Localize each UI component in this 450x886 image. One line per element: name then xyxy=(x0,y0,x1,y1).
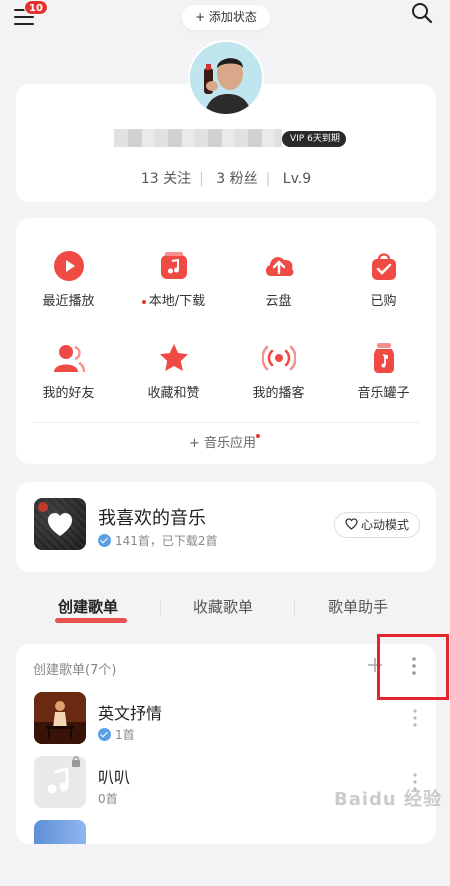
user-level[interactable]: Lv.9 xyxy=(283,171,311,187)
cloud-upload-icon xyxy=(265,257,293,276)
liked-music-cover xyxy=(34,498,86,550)
top-bar: 10 + 添加状态 xyxy=(0,0,450,36)
heart-outline-icon xyxy=(345,518,358,530)
shopping-bag-icon xyxy=(371,253,396,280)
tab-collected-playlists[interactable]: 收藏歌单 xyxy=(193,596,253,617)
shortcut-label: 收藏和赞 xyxy=(147,386,200,401)
tab-created-playlists[interactable]: 创建歌单 xyxy=(58,596,118,617)
playlist-name: 英文抒情 xyxy=(98,704,163,723)
search-icon[interactable] xyxy=(410,1,434,25)
verified-icon xyxy=(98,728,111,741)
followers-count[interactable]: 3 粉丝 xyxy=(216,171,257,187)
shortcut-local-download[interactable]: 本地/下载 xyxy=(121,250,226,314)
divider xyxy=(32,422,420,423)
shortcut-music-jar[interactable]: 音乐罐子 xyxy=(331,342,436,406)
playlist-name: 叭叭 xyxy=(98,768,131,787)
shortcut-label: 本地/下载 xyxy=(148,294,206,309)
shortcut-friends[interactable]: 我的好友 xyxy=(16,342,121,406)
new-dot xyxy=(256,434,261,438)
playlist-cover xyxy=(34,820,86,844)
music-apps-button[interactable]: + 音乐应用 xyxy=(16,432,436,451)
shortcut-my-podcast[interactable]: 我的播客 xyxy=(226,342,331,406)
section-header: 创建歌单(7个) xyxy=(33,663,117,678)
playlist-cover xyxy=(34,692,86,744)
new-dot xyxy=(141,299,146,304)
shortcut-recent-play[interactable]: 最近播放 xyxy=(16,250,121,314)
avatar[interactable] xyxy=(188,40,264,116)
shortcut-grid: 最近播放 本地/下载 云盘 已购 我的好友 收藏和赞 我的播客 音乐罐子 + 音… xyxy=(16,218,436,464)
tab-playlist-assistant[interactable]: 歌单助手 xyxy=(328,596,388,617)
shortcut-label: 我的好友 xyxy=(42,386,95,401)
row-more-icon[interactable] xyxy=(412,708,418,728)
add-status-button[interactable]: + 添加状态 xyxy=(182,5,270,30)
broadcast-icon xyxy=(261,345,296,371)
liked-music-card[interactable]: 我喜欢的音乐 141首，已下载2首 心动模式 xyxy=(16,482,436,572)
shortcut-label: 音乐罐子 xyxy=(357,386,410,401)
music-jar-icon xyxy=(373,343,394,373)
shortcut-label: 云盘 xyxy=(265,294,292,309)
shortcut-purchased[interactable]: 已购 xyxy=(331,250,436,314)
profile-stats: 13 关注 | 3 粉丝 | Lv.9 xyxy=(140,171,312,187)
heart-mode-button[interactable]: 心动模式 xyxy=(334,512,420,538)
playlist-count: 1首 xyxy=(115,728,135,742)
heart-icon xyxy=(38,502,72,536)
playlist-count: 0首 xyxy=(98,792,118,806)
shortcut-label: 已购 xyxy=(370,294,397,309)
shortcut-cloud-drive[interactable]: 云盘 xyxy=(226,250,331,314)
playlist-row[interactable] xyxy=(16,820,436,886)
play-circle-icon xyxy=(53,251,84,281)
liked-music-title: 我喜欢的音乐 xyxy=(98,508,206,529)
highlight-annotation-box xyxy=(377,634,449,700)
verified-icon xyxy=(98,534,111,547)
notification-badge: 10 xyxy=(24,0,48,15)
shortcut-label: 我的播客 xyxy=(252,386,305,401)
shortcut-label: 最近播放 xyxy=(42,294,95,309)
star-icon xyxy=(159,344,188,371)
shortcut-favorites-likes[interactable]: 收藏和赞 xyxy=(121,342,226,406)
playlist-tabs: 创建歌单 收藏歌单 歌单助手 xyxy=(0,596,450,626)
friends-icon xyxy=(53,345,85,373)
playlist-row[interactable]: 英文抒情 1首 xyxy=(16,692,436,758)
vip-badge[interactable]: VIP 6天到期 xyxy=(282,131,346,147)
liked-music-subtitle: 141首，已下载2首 xyxy=(115,534,218,548)
username-blurred xyxy=(114,129,282,147)
following-count[interactable]: 13 关注 xyxy=(141,171,191,187)
active-tab-indicator xyxy=(55,618,127,623)
playlist-cover xyxy=(34,756,86,808)
baidu-watermark: Baidu 经验 xyxy=(334,789,443,810)
music-note-box-icon xyxy=(160,252,187,279)
